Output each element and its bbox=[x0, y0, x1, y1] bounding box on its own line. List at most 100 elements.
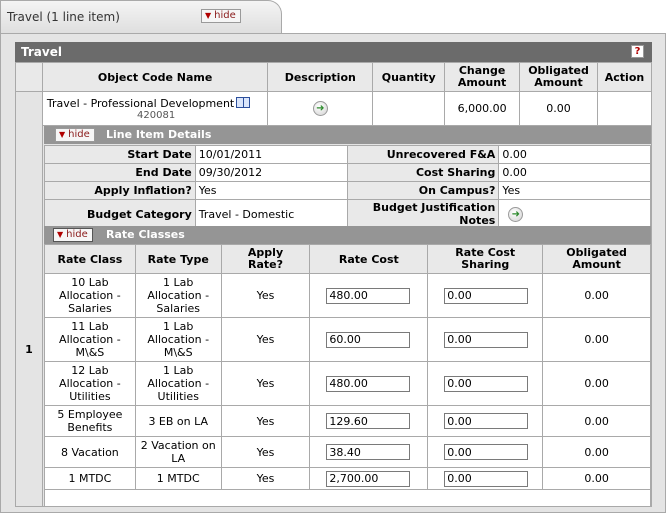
apply-rate: Yes bbox=[220, 405, 311, 437]
col-apply-rate-line2: Rate? bbox=[248, 258, 284, 271]
rate-type: 1 Lab Allocation - Salaries bbox=[134, 273, 222, 318]
rate-classes-table: Rate Class Rate Type Apply Rate? Rate Co… bbox=[44, 244, 651, 507]
rate-cost-sharing-cell bbox=[427, 467, 544, 490]
rate-class-line: 11 Lab bbox=[71, 320, 109, 333]
rate-class: 10 Lab Allocation - Salaries bbox=[44, 273, 136, 318]
travel-hide-button[interactable]: ▼ hide bbox=[201, 9, 241, 23]
rate-type-line: Allocation - bbox=[147, 289, 210, 302]
triangle-down-icon: ▼ bbox=[205, 11, 212, 20]
unrecovered-fa-label: Unrecovered F&A bbox=[346, 145, 500, 164]
rate-cost-input[interactable] bbox=[326, 470, 411, 487]
quantity-cell bbox=[372, 91, 446, 126]
row-number-label: 1 bbox=[25, 342, 33, 356]
rate-type-line: 3 EB on LA bbox=[148, 414, 209, 428]
apply-inflation-value: Yes bbox=[194, 181, 348, 200]
rate-type: 1 MTDC bbox=[134, 467, 222, 490]
object-code-cell: Travel - Professional Development 420081 bbox=[41, 91, 269, 126]
rate-cost-sharing-cell bbox=[427, 361, 544, 406]
rate-cost-input[interactable] bbox=[326, 413, 411, 429]
col-apply-rate: Apply Rate? bbox=[220, 244, 311, 274]
rate-cost-sharing-input[interactable] bbox=[444, 470, 529, 487]
hide-label: hide bbox=[68, 129, 90, 140]
help-icon[interactable]: ? bbox=[631, 45, 644, 58]
rate-cost-input[interactable] bbox=[326, 287, 411, 304]
rate-cost-sharing-input[interactable] bbox=[444, 444, 529, 460]
col-rate-cost-sharing-line2: Sharing bbox=[461, 258, 510, 271]
rate-cost-cell bbox=[309, 361, 429, 406]
apply-rate: Yes bbox=[220, 436, 311, 468]
budget-category-value: Travel - Domestic bbox=[194, 199, 348, 229]
rate-cost-cell bbox=[309, 436, 429, 468]
rate-class: 5 Employee Benefits bbox=[44, 405, 136, 437]
obligated-amount-cell: 0.00 bbox=[519, 91, 598, 126]
budget-justification-label: Budget Justification Notes bbox=[346, 199, 500, 229]
rate-class: 11 Lab Allocation - M\&S bbox=[44, 317, 136, 362]
apply-rate: Yes bbox=[220, 273, 311, 318]
rate-table-spacer-cell bbox=[44, 489, 651, 507]
rate-class-row: 1 MTDC 1 MTDC Yes 0.00 bbox=[44, 467, 651, 490]
corner-cell bbox=[15, 62, 43, 92]
rate-class-row: 8 Vacation2 Vacation onLAYes0.00 bbox=[44, 436, 651, 468]
rate-type-line: Utilities bbox=[157, 390, 199, 403]
rate-cost-sharing-input[interactable] bbox=[444, 413, 529, 429]
triangle-down-icon: ▼ bbox=[59, 130, 66, 139]
col-change-amount-label: Change Amount bbox=[457, 64, 507, 89]
rate-class-line: Allocation - bbox=[59, 333, 121, 346]
rate-cost-sharing-input[interactable] bbox=[444, 375, 529, 392]
line-item-details-hide-button[interactable]: ▼ hide bbox=[55, 128, 95, 142]
col-description: Description bbox=[267, 62, 374, 92]
triangle-down-icon: ▼ bbox=[57, 230, 64, 239]
rate-class-row: 10 Lab Allocation - Salaries 1 Lab Allocatio… bbox=[44, 273, 651, 318]
rate-cost-sharing-cell bbox=[427, 317, 544, 362]
budget-justification-cell: ➜ bbox=[498, 199, 651, 229]
rate-rows: 10 Lab Allocation - Salaries 1 Lab Allocatio… bbox=[44, 273, 651, 507]
action-cell bbox=[596, 91, 653, 126]
rate-classes-hide-button[interactable]: ▼ hide bbox=[53, 228, 93, 242]
rate-cost-input[interactable] bbox=[326, 331, 411, 348]
rate-class-line: 12 Lab bbox=[71, 364, 109, 377]
rate-class-line: 1 MTDC bbox=[68, 472, 112, 485]
rate-class-line: Utilities bbox=[69, 390, 111, 403]
unrecovered-fa-value: 0.00 bbox=[498, 145, 651, 164]
rate-class-line: Allocation - bbox=[59, 289, 121, 302]
rate-class-line: 5 Employee bbox=[57, 408, 123, 421]
rate-type-line: LA bbox=[171, 452, 186, 465]
col-obligated-amount: Obligated Amount bbox=[542, 244, 651, 274]
apply-rate: Yes bbox=[220, 317, 311, 362]
description-cell: ➜ bbox=[267, 91, 374, 126]
rate-cost-cell bbox=[309, 467, 429, 490]
rate-cost-sharing-cell bbox=[427, 273, 544, 318]
apply-inflation-label: Apply Inflation? bbox=[44, 181, 196, 200]
rate-cost-cell bbox=[309, 317, 429, 362]
rate-type-line: 1 Lab bbox=[163, 320, 194, 333]
rate-cost-sharing-cell bbox=[427, 436, 544, 468]
go-arrow-icon[interactable]: ➜ bbox=[312, 101, 328, 116]
book-icon[interactable] bbox=[236, 96, 251, 108]
col-quantity: Quantity bbox=[372, 62, 446, 92]
rate-cost-input[interactable] bbox=[326, 444, 411, 460]
end-date-value: 09/30/2012 bbox=[194, 163, 348, 182]
rate-class: 8 Vacation bbox=[44, 436, 136, 468]
rate-class: 1 MTDC bbox=[44, 467, 136, 490]
section-title: Travel bbox=[21, 45, 62, 59]
rate-class-line: 8 Vacation bbox=[61, 445, 119, 459]
col-obligated-amount-label: Obligated Amount bbox=[528, 64, 589, 89]
col-change-amount: Change Amount bbox=[444, 62, 521, 92]
rate-class: 12 Lab Allocation - Utilities bbox=[44, 361, 136, 406]
rate-cost-sharing-input[interactable] bbox=[444, 331, 529, 348]
line-item-details-title: Line Item Details bbox=[106, 128, 212, 141]
change-amount-cell: 6,000.00 bbox=[444, 91, 521, 126]
rate-type-line: Allocation - bbox=[147, 333, 210, 346]
rate-type-line: 1 Lab bbox=[163, 276, 194, 289]
rate-cost-sharing-input[interactable] bbox=[444, 287, 529, 304]
rate-cost-input[interactable] bbox=[326, 375, 411, 392]
end-date-label: End Date bbox=[44, 163, 196, 182]
go-arrow-icon[interactable]: ➜ bbox=[508, 206, 524, 222]
col-action: Action bbox=[596, 62, 653, 92]
rate-type-line: 1 MTDC bbox=[156, 472, 200, 485]
start-date-value: 10/01/2011 bbox=[194, 145, 348, 164]
col-rate-cost-sharing: Rate Cost Sharing bbox=[427, 244, 544, 274]
rate-class-line: M\&S bbox=[75, 346, 105, 359]
on-campus-value: Yes bbox=[498, 181, 651, 200]
line-item-details-header: Line Item Details bbox=[44, 126, 651, 144]
